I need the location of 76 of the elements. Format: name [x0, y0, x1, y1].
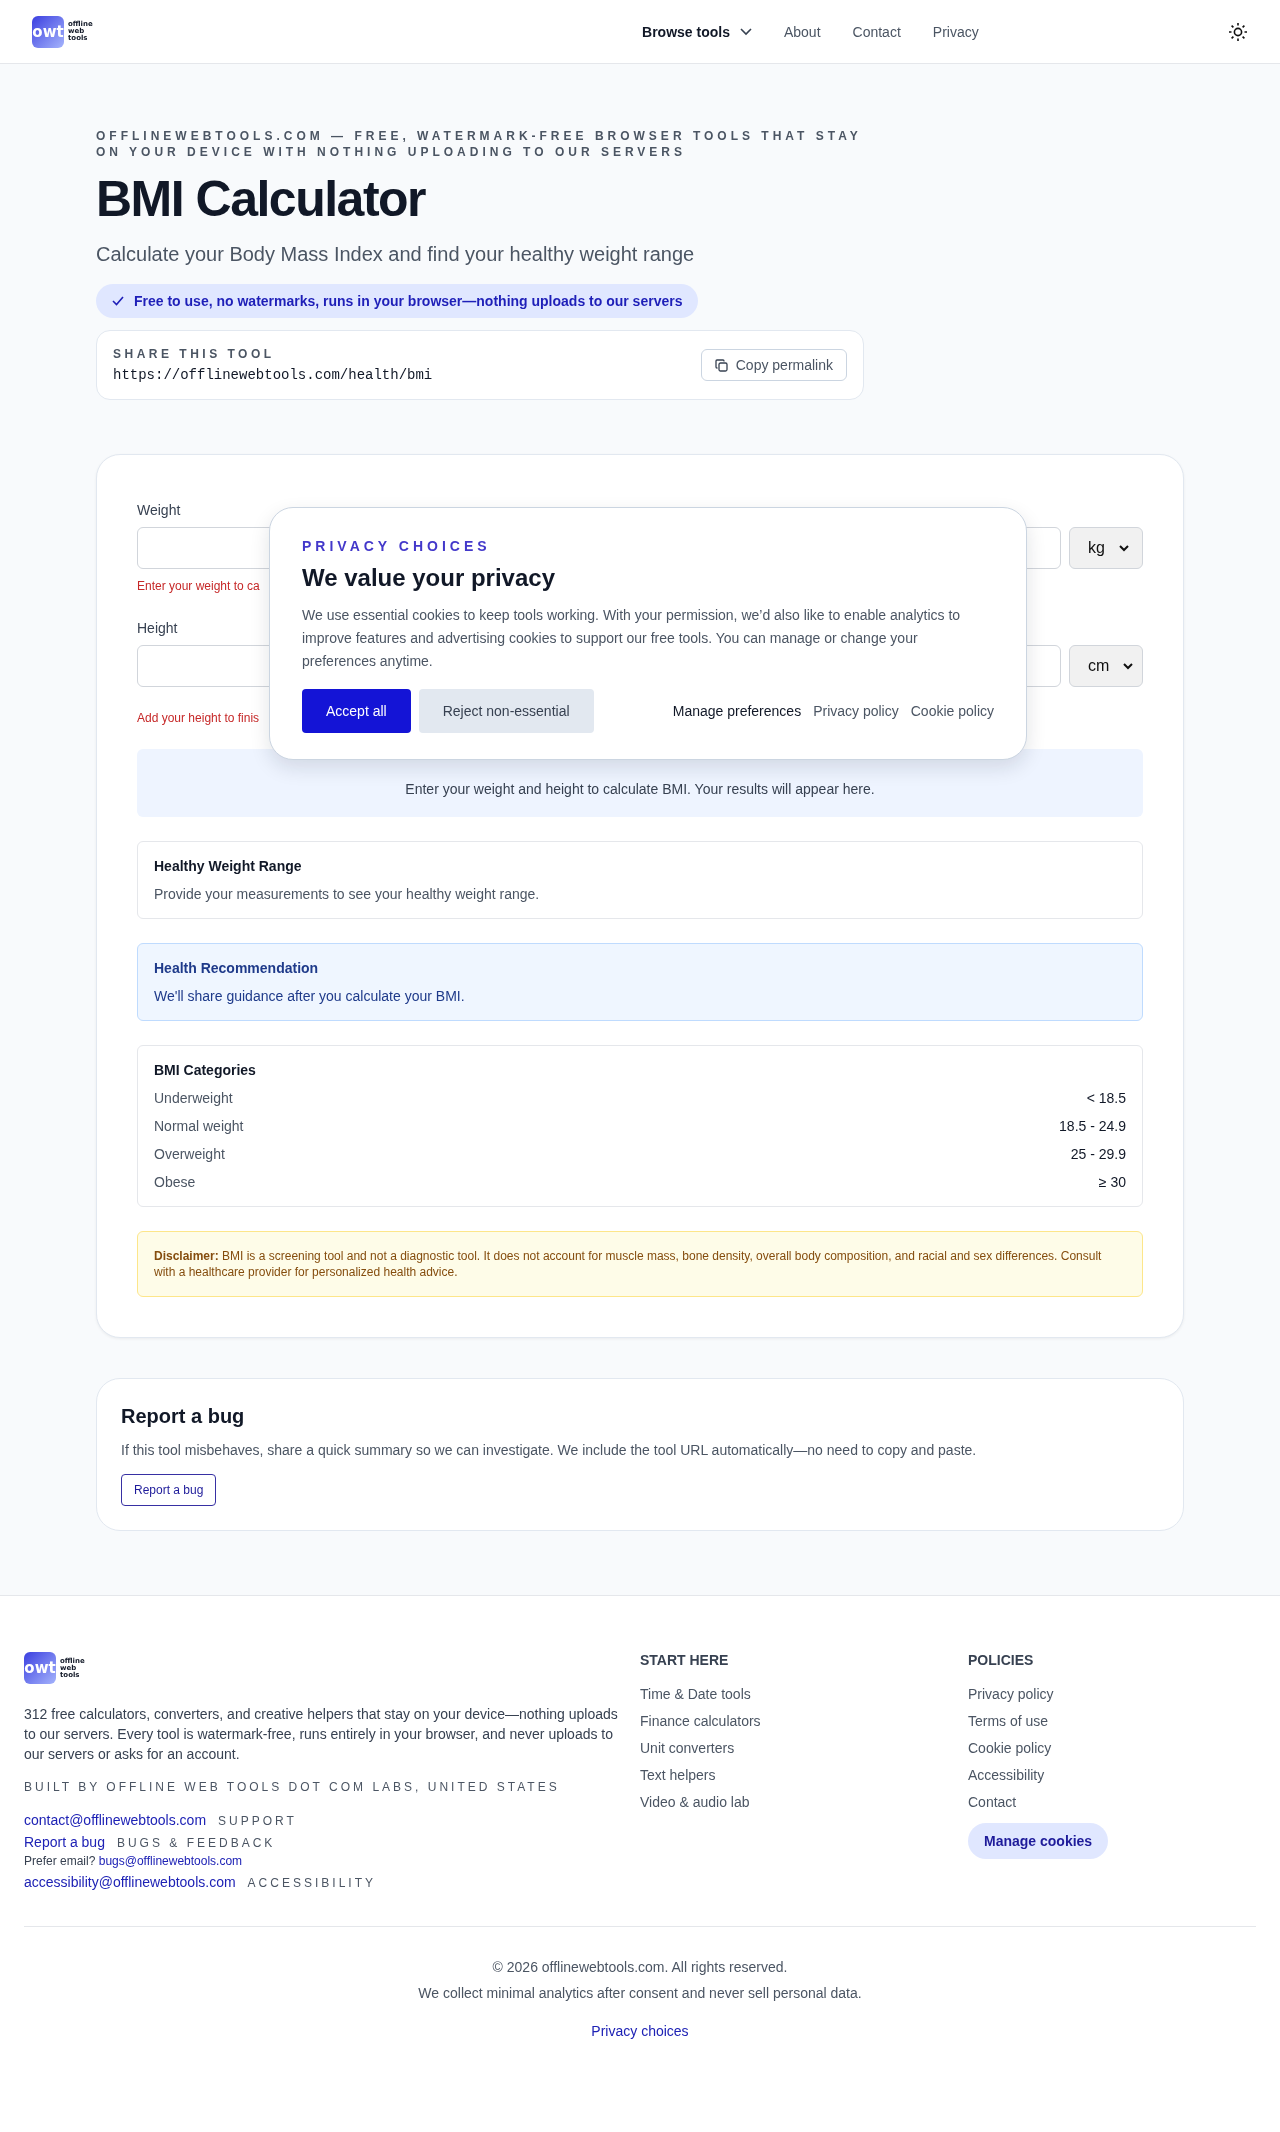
theme-toggle-sun-icon[interactable]: [1228, 21, 1248, 42]
field-label: Weight: [137, 502, 181, 518]
category-range: < 18.5: [1086, 1090, 1126, 1106]
footer-link[interactable]: Terms of use: [968, 1713, 1256, 1729]
unit-select[interactable]: cm: [1069, 645, 1143, 687]
permalink-url: https://offlinewebtools.com/health/bmi: [113, 367, 433, 383]
logo-mark[interactable]: owt: [24, 1652, 56, 1684]
footer-link[interactable]: Video & audio lab: [640, 1794, 968, 1810]
page-subtitle: Calculate your Body Mass Index and find your healthy weight range: [96, 243, 696, 266]
error-message: Enter your weight to ca: [137, 579, 260, 593]
caret-icon: [1118, 544, 1129, 552]
report-bug-link[interactable]: Report a bug: [24, 1834, 105, 1850]
report-bug-button[interactable]: Report a bug: [121, 1474, 217, 1506]
reject-button[interactable]: Reject non-essential: [418, 689, 594, 733]
share-label: SHARE THIS TOOL: [113, 347, 276, 361]
panel-text: Provide your measurements to see your healthy weight range.: [154, 886, 541, 902]
email-link[interactable]: accessibility@offlinewebtools.com: [24, 1874, 236, 1890]
site-tagline: OFFLINEWEBTOOLS.COM — FREE, WATERMARK-FREE BROWSER TOOLS THAT STAY ON YOUR DEVICE WITH NOTHING UPLOADING TO OUR SERVERS: [96, 128, 863, 160]
logo-mark[interactable]: owt: [32, 15, 64, 48]
footer-link[interactable]: Privacy policy: [968, 1686, 1256, 1702]
report-text: If this tool misbehaves, share a quick summary so we can investigate. We include the tool URL automatically—no need to copy and paste.: [121, 1442, 978, 1458]
built-by: BUILT BY OFFLINE WEB TOOLS DOT COM LABS, UNITED STATES: [24, 1780, 561, 1794]
copy-permalink-button[interactable]: Copy permalink: [700, 349, 847, 381]
contact-tag: BUGS & FEEDBACK: [116, 1836, 276, 1850]
email-note: Prefer email? bugs@offlinewebtools.com: [24, 1854, 244, 1868]
category-range: 18.5 - 24.9: [1059, 1118, 1126, 1134]
category-name: Underweight: [154, 1090, 233, 1106]
manage-cookies-button[interactable]: Manage cookies: [968, 1823, 1109, 1859]
privacy-choices-link[interactable]: Privacy choices: [591, 2023, 689, 2039]
copyright: © 2026 offlinewebtools.com. All rights reserved.: [491, 1959, 789, 1975]
unit-select[interactable]: kg: [1069, 527, 1143, 569]
contact-tag: ACCESSIBILITY: [247, 1876, 376, 1890]
footer-link[interactable]: Time & Date tools: [640, 1686, 968, 1702]
nav-link[interactable]: Contact: [852, 23, 901, 40]
badge-text: Free to use, no watermarks, runs in your browser—nothing uploads to our servers: [134, 293, 683, 309]
dialog-link[interactable]: Cookie policy: [910, 703, 994, 719]
dialog-text: We use essential cookies to keep tools working. With your permission, we’d also like to enable analytics to improve features and advertising cookies to support our free tools. You can manage or change your preferences anytime.: [302, 606, 962, 671]
footer-link[interactable]: Contact: [968, 1794, 1256, 1810]
page-title: BMI Calculator: [96, 172, 427, 227]
footer-link[interactable]: Text helpers: [640, 1767, 968, 1783]
contact-tag: SUPPORT: [218, 1814, 297, 1828]
panel-text: We'll share guidance after you calculate your BMI.: [154, 988, 466, 1004]
nav-link[interactable]: Privacy: [932, 23, 979, 40]
copy-icon: [714, 358, 728, 372]
category-name: Overweight: [154, 1146, 225, 1162]
category-name: Obese: [154, 1174, 196, 1190]
category-name: Normal weight: [154, 1118, 244, 1134]
browse-tools-menu[interactable]: Browse tools: [642, 23, 752, 40]
category-range: ≥ 30: [1098, 1174, 1126, 1190]
dialog-eyebrow: PRIVACY CHOICES: [302, 538, 492, 554]
column-title: START HERE: [640, 1652, 730, 1668]
email-link[interactable]: contact@offlinewebtools.com: [24, 1812, 207, 1828]
check-icon: [112, 296, 124, 306]
email-link[interactable]: bugs@offlinewebtools.com: [98, 1854, 243, 1868]
panel-title: Health Recommendation: [154, 960, 320, 976]
analytics-note: We collect minimal analytics after consent and never sell personal data.: [417, 1985, 863, 2001]
error-message: Add your height to finis: [137, 711, 260, 725]
nav-link[interactable]: About: [783, 23, 821, 40]
footer-link[interactable]: Accessibility: [968, 1767, 1256, 1783]
dialog-title: We value your privacy: [302, 564, 556, 592]
dialog-link[interactable]: Manage preferences: [672, 703, 802, 719]
chevron-down-icon: [739, 27, 752, 36]
category-range: 25 - 29.9: [1070, 1146, 1126, 1162]
caret-icon: [1123, 662, 1134, 670]
dialog-link[interactable]: Privacy policy: [813, 703, 899, 719]
panel-title: BMI Categories: [154, 1062, 257, 1078]
column-title: POLICIES: [968, 1652, 1035, 1668]
footer-link[interactable]: Finance calculators: [640, 1713, 968, 1729]
footer-about: 312 free calculators, converters, and creative helpers that stay on your device—nothing uploads to our servers. Every tool is watermark-free, runs entirely in your browser, and never uploads to our servers or asks for an account.: [24, 1705, 619, 1764]
report-title: Report a bug: [121, 1405, 246, 1428]
disclaimer: Disclaimer: BMI is a screening tool and not a diagnostic tool. It does not account for muscle mass, bone density, overall body composition, and racial and sex differences. Consult with a healthcare provider for personalized health advice.: [137, 1231, 1143, 1297]
panel-title: Healthy Weight Range: [154, 858, 303, 874]
accept-all-button[interactable]: Accept all: [302, 689, 411, 733]
field-label: Height: [137, 620, 178, 636]
footer-link[interactable]: Unit converters: [640, 1740, 968, 1756]
footer-link[interactable]: Cookie policy: [968, 1740, 1256, 1756]
